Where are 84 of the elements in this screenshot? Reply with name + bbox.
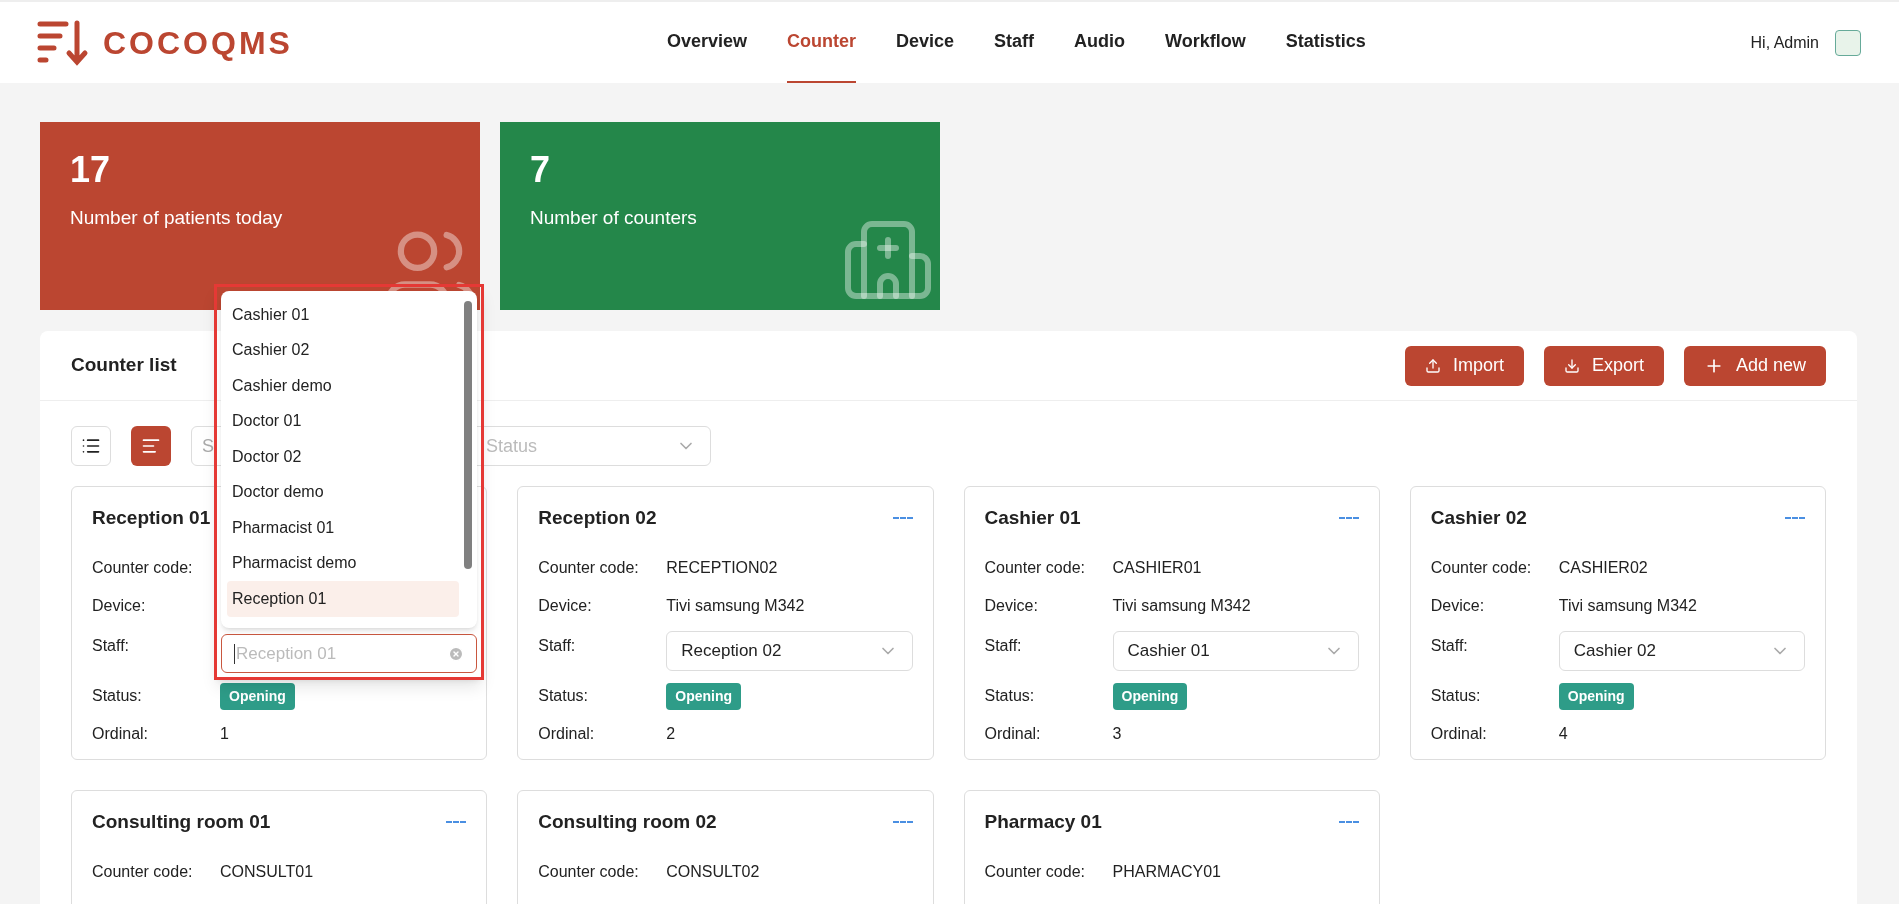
field-value: RECEPTION02	[666, 558, 778, 578]
field-label: Staff:	[984, 636, 1023, 656]
field-label: Staff:	[1430, 636, 1469, 656]
field-label: Counter code:	[92, 862, 194, 882]
dropdown-option[interactable]: Pharmacist demo	[227, 545, 459, 581]
counter-title: Consulting room 02	[538, 809, 717, 834]
dropdown-option[interactable]: Cashier demo	[227, 368, 459, 404]
field-label: Ordinal:	[538, 724, 596, 744]
avatar-icon	[1835, 29, 1861, 56]
dropdown-option[interactable]: Reception 01	[227, 581, 459, 617]
status-badge: Opening	[1558, 682, 1634, 710]
dropdown-option[interactable]: Doctor 02	[227, 439, 459, 475]
field-value: Tivi samsung M342	[1558, 596, 1697, 616]
staff-select[interactable]: Cashier 01	[1112, 631, 1359, 671]
counter-title: Cashier 02	[1430, 505, 1527, 530]
field-label: Counter code:	[538, 558, 640, 578]
field-label: Staff:	[538, 636, 577, 656]
field-value: Tivi samsung M342	[1112, 596, 1251, 616]
download-icon	[1563, 357, 1580, 374]
field-label: Counter code:	[984, 558, 1086, 578]
list-icon	[81, 436, 101, 456]
field-label: Status:	[1430, 686, 1482, 706]
field-label: Counter code:	[984, 862, 1086, 882]
status-badge: Opening	[220, 682, 295, 710]
counter-title: Pharmacy 01	[984, 809, 1102, 834]
field-label: Device:	[1430, 596, 1486, 616]
nav-tab[interactable]: Device	[896, 2, 955, 83]
counter-title: Reception 01	[92, 505, 211, 530]
action-button[interactable]: Export	[1543, 345, 1664, 386]
clear-icon[interactable]	[448, 645, 464, 662]
field-label: Device:	[984, 596, 1039, 616]
field-value: 1	[220, 724, 229, 744]
field-value: 3	[1112, 724, 1122, 744]
panel-title: Counter list	[71, 353, 177, 378]
field-label: Staff:	[92, 636, 131, 656]
logo-text: COCOQMS	[103, 23, 293, 63]
field-label: Ordinal:	[1430, 724, 1488, 744]
counter-title: Consulting room 01	[92, 809, 271, 834]
nav-tab[interactable]: Staff	[994, 2, 1035, 83]
action-button[interactable]: Import	[1404, 345, 1524, 386]
nav-tab[interactable]: Statistics	[1285, 2, 1366, 83]
field-value: Tivi samsung M342	[666, 596, 805, 616]
field-label: Status:	[92, 686, 143, 706]
field-value: CASHIER02	[1558, 558, 1648, 578]
field-label: Counter code:	[538, 862, 640, 882]
field-label: Ordinal:	[92, 724, 150, 744]
dropdown-option[interactable]: Doctor demo	[227, 474, 459, 510]
field-label: Status:	[984, 686, 1036, 706]
dropdown-option[interactable]: Pharmacist 01	[227, 510, 459, 546]
field-value: CASHIER01	[1112, 558, 1202, 578]
dropdown-option[interactable]: Cashier 01	[227, 297, 459, 333]
view-toggle-button[interactable]	[71, 426, 111, 466]
field-value: 2	[666, 724, 676, 744]
align-left-icon	[141, 436, 161, 456]
nav-tab[interactable]: Counter	[787, 2, 857, 83]
field-label: Ordinal:	[984, 724, 1042, 744]
field-value: CONSULT01	[220, 862, 314, 882]
stat-label: Number of counters	[530, 206, 697, 230]
field-label: Status:	[538, 686, 590, 706]
nav-tab[interactable]: Workflow	[1165, 2, 1246, 83]
field-value: CONSULT02	[666, 862, 760, 882]
dropdown-option[interactable]: Cashier 02	[227, 332, 459, 368]
stat-value: 17	[70, 152, 112, 188]
status-badge: Opening	[1112, 682, 1188, 710]
field-label: Device:	[92, 596, 147, 616]
action-button[interactable]: Add new	[1683, 345, 1826, 386]
staff-select[interactable]: Cashier 02	[1558, 631, 1805, 671]
stat-label: Number of patients today	[70, 206, 283, 230]
counter-title: Cashier 01	[984, 505, 1081, 530]
field-label: Counter code:	[92, 558, 194, 578]
field-label: Device:	[538, 596, 593, 616]
field-label: Counter code:	[1430, 558, 1533, 578]
view-toggle-button[interactable]	[131, 426, 171, 466]
upload-icon	[1424, 357, 1441, 374]
greeting: Hi, Admin	[1750, 32, 1819, 53]
status-badge: Opening	[666, 682, 742, 710]
dropdown-option[interactable]: Doctor 01	[227, 403, 459, 439]
field-value: PHARMACY01	[1112, 862, 1221, 882]
nav-tab[interactable]: Overview	[667, 2, 748, 83]
counter-title: Reception 02	[538, 505, 657, 530]
nav-tab[interactable]: Audio	[1074, 2, 1126, 83]
field-value: 4	[1558, 724, 1568, 744]
staff-select[interactable]: Reception 02	[666, 631, 913, 671]
stat-value: 7	[530, 152, 552, 188]
